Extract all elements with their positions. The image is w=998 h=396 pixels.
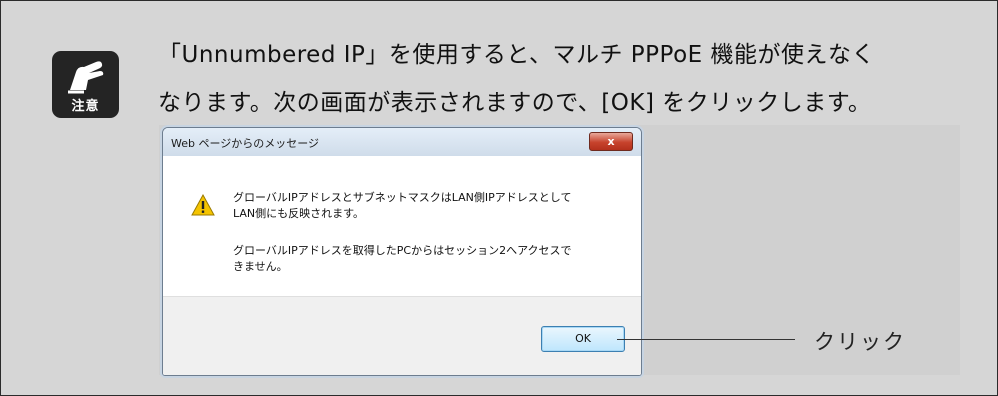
callout-line (617, 339, 795, 340)
dialog-body: グローバルIPアドレスとサブネットマスクはLAN側IPアドレスとして LAN側に… (169, 156, 635, 296)
dialog-message-line3: グローバルIPアドレスを取得したPCからはセッション2へアクセスで (233, 244, 572, 257)
dialog-message-line4: きません。 (233, 260, 288, 273)
hand-point-icon (68, 61, 104, 94)
dialog-message-line2: LAN側にも反映されます。 (233, 207, 365, 220)
dialog-message-line1: グローバルIPアドレスとサブネットマスクはLAN側IPアドレスとして (233, 191, 572, 204)
dialog-titlebar[interactable]: Web ページからのメッセージ x (163, 128, 641, 156)
caution-icon: 注意 (52, 51, 119, 118)
message-dialog: Web ページからのメッセージ x グローバルIPアドレスとサブネットマスクはL… (162, 127, 642, 376)
caution-label: 注意 (71, 99, 100, 114)
ok-button[interactable]: OK (541, 326, 625, 352)
warning-icon (191, 194, 215, 216)
close-button[interactable]: x (589, 132, 633, 151)
note-text-line2: なります。次の画面が表示されますので、[OK] をクリックします。 (158, 90, 872, 116)
note-text-line1: 「Unnumbered IP」を使用すると、マルチ PPPoE 機能が使えなく (158, 42, 875, 68)
dialog-title: Web ページからのメッセージ (171, 137, 320, 150)
click-callout: クリック (814, 330, 906, 354)
